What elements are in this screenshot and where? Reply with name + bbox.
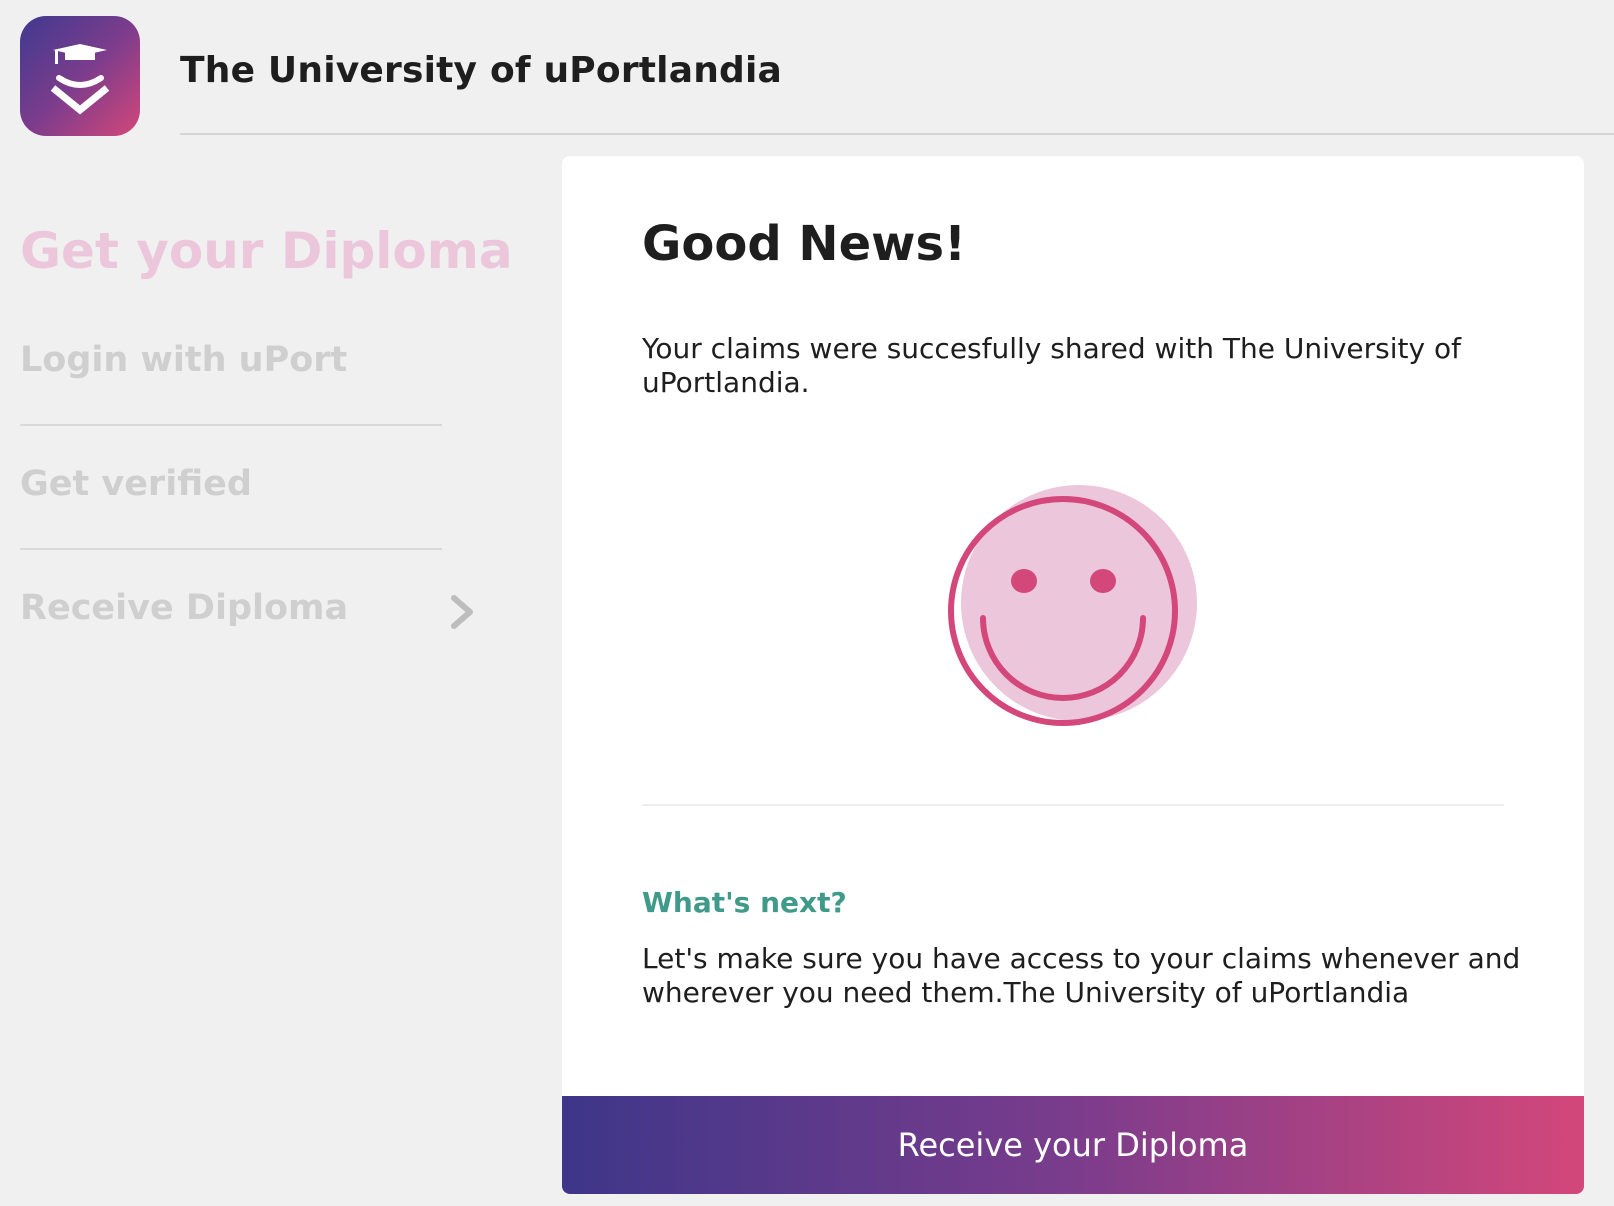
step-divider: [20, 424, 442, 426]
step-login: Login with uPort: [20, 340, 348, 380]
header-divider: [180, 133, 1614, 135]
next-text: Let's make sure you have access to your …: [642, 942, 1521, 1009]
page: The University of uPortlandia Get your D…: [0, 0, 1614, 1206]
graduation-cap-shield-icon: [50, 44, 110, 115]
card-divider: [642, 804, 1504, 806]
next-heading: What's next?: [642, 886, 847, 919]
app-title: The University of uPortlandia: [180, 50, 783, 91]
card-title: Good News!: [642, 216, 966, 272]
smiley-face-icon: [948, 485, 1197, 726]
receive-diploma-button[interactable]: Receive your Diploma: [562, 1096, 1584, 1194]
chevron-right-icon: [451, 595, 473, 629]
step-divider: [20, 548, 442, 550]
success-card: Good News! Your claims were succesfully …: [562, 156, 1584, 1194]
app-logo: [20, 16, 140, 136]
step-receive-diploma: Receive Diploma: [20, 588, 349, 628]
sidebar-title: Get your Diploma: [20, 222, 513, 280]
step-get-verified: Get verified: [20, 464, 252, 504]
success-message: Your claims were succesfully shared with…: [642, 332, 1461, 399]
